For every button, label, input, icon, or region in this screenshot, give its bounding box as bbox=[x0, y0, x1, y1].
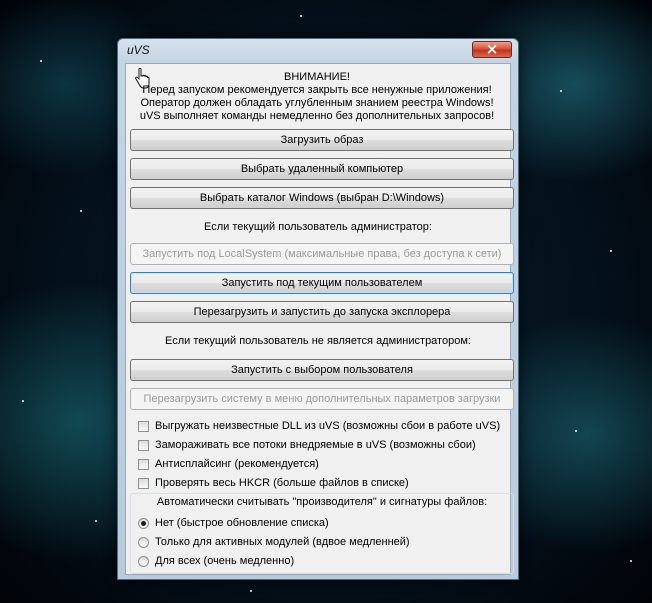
star bbox=[80, 210, 82, 212]
radio-none-label: Нет (быстрое обновление списка) bbox=[155, 517, 329, 529]
star bbox=[630, 560, 632, 562]
star bbox=[610, 250, 612, 252]
close-button[interactable]: × bbox=[472, 40, 512, 58]
star bbox=[575, 430, 577, 432]
reboot-before-explorer-button[interactable]: Перезагрузить и запустить до запуска экс… bbox=[130, 301, 514, 323]
star bbox=[40, 60, 42, 62]
radio-all[interactable] bbox=[138, 555, 149, 567]
check-hkcr-label: Проверять весь HKCR (больше файлов в спи… bbox=[155, 477, 409, 489]
radio-none[interactable] bbox=[138, 517, 149, 529]
windows-directory-button[interactable]: Выбрать каталог Windows (выбран D:\Windo… bbox=[130, 187, 514, 209]
close-icon: × bbox=[485, 40, 499, 58]
freeze-threads-label: Замораживать все потоки внедряемые в uVS… bbox=[155, 439, 476, 451]
unload-dll-checkbox-row[interactable]: Выгружать неизвестные DLL из uVS (возмож… bbox=[138, 418, 500, 434]
run-choose-user-button[interactable]: Запустить с выбором пользователя bbox=[130, 359, 514, 381]
star bbox=[22, 400, 24, 402]
non-admin-section-label: Если текущий пользователь не является ад… bbox=[165, 335, 471, 347]
radio-row-none[interactable]: Нет (быстрое обновление списка) bbox=[138, 515, 329, 531]
radio-active-modules-label: Только для активных модулей (вдвое медле… bbox=[155, 536, 410, 548]
antisplicing-label: Антисплайсинг (рекомендуется) bbox=[155, 458, 319, 470]
radio-row-active-modules[interactable]: Только для активных модулей (вдвое медле… bbox=[138, 534, 410, 550]
star bbox=[560, 90, 562, 92]
antisplicing-checkbox-row[interactable]: Антисплайсинг (рекомендуется) bbox=[138, 456, 319, 472]
freeze-threads-checkbox[interactable] bbox=[138, 439, 149, 451]
radio-active-modules[interactable] bbox=[138, 536, 149, 548]
check-hkcr-checkbox-row[interactable]: Проверять весь HKCR (больше файлов в спи… bbox=[138, 475, 409, 491]
admin-section-label: Если текущий пользователь администратор: bbox=[204, 221, 432, 233]
run-current-user-button[interactable]: Запустить под текущим пользователем bbox=[130, 272, 514, 294]
radio-row-all[interactable]: Для всех (очень медленно) bbox=[138, 553, 294, 569]
client-area: ВНИМАНИЕ! Перед запуском рекомендуется з… bbox=[125, 63, 514, 575]
freeze-threads-checkbox-row[interactable]: Замораживать все потоки внедряемые в uVS… bbox=[138, 437, 476, 453]
title-bar[interactable]: uVS × bbox=[118, 39, 518, 63]
star bbox=[250, 590, 252, 592]
signature-read-group: Автоматически считывать "производителя" … bbox=[130, 493, 514, 574]
load-image-button[interactable]: Загрузить образ bbox=[130, 129, 514, 151]
remote-computer-button[interactable]: Выбрать удаленный компьютер bbox=[130, 158, 514, 180]
run-localsystem-button[interactable]: Запустить под LocalSystem (максимальные … bbox=[130, 243, 514, 265]
window-title: uVS bbox=[127, 43, 150, 57]
unload-dll-label: Выгружать неизвестные DLL из uVS (возмож… bbox=[155, 420, 501, 432]
uvs-window: uVS × ВНИМАНИЕ! Перед запуском рекоменду… bbox=[117, 38, 519, 580]
reboot-boot-menu-button[interactable]: Перезагрузить систему в меню дополнитель… bbox=[130, 388, 514, 410]
warning-line-3: uVS выполняет команды немедленно без доп… bbox=[139, 110, 495, 122]
check-hkcr-checkbox[interactable] bbox=[138, 477, 149, 489]
star bbox=[300, 15, 302, 17]
signature-read-group-title: Автоматически считывать "производителя" … bbox=[156, 496, 488, 508]
radio-all-label: Для всех (очень медленно) bbox=[155, 555, 295, 567]
star bbox=[95, 520, 97, 522]
unload-dll-checkbox[interactable] bbox=[138, 420, 149, 432]
antisplicing-checkbox[interactable] bbox=[138, 458, 149, 470]
